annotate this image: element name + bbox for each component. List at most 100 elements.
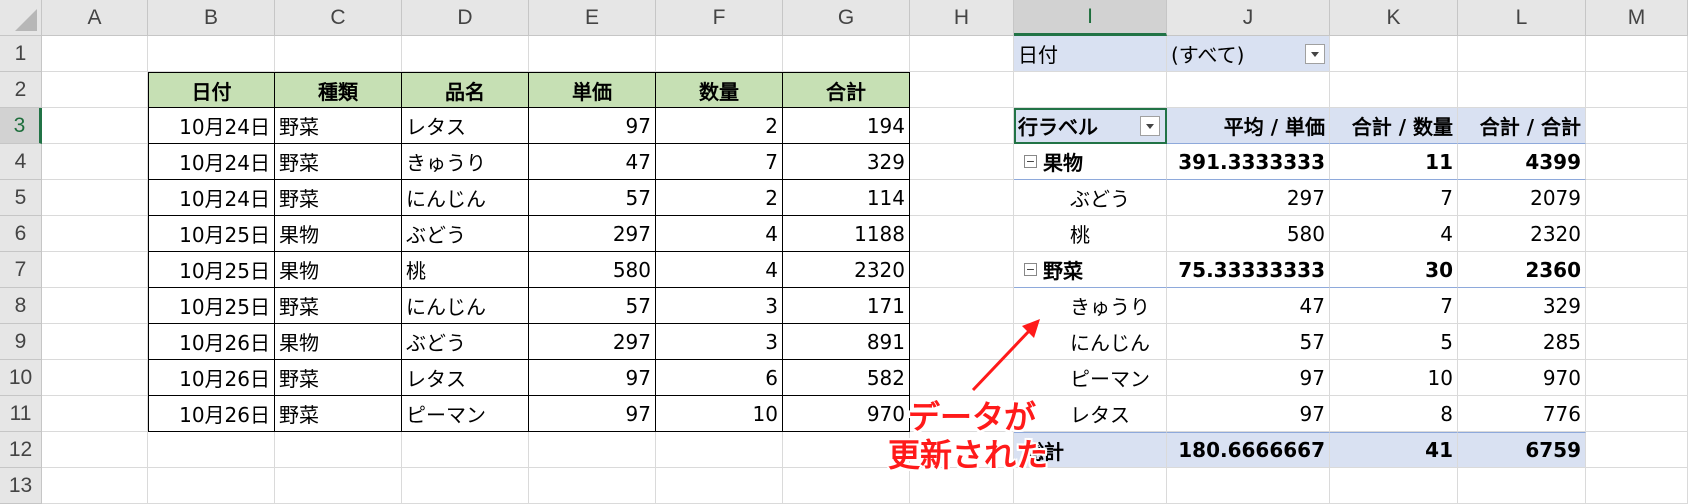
pivot-value-cell[interactable]: 4399	[1458, 144, 1586, 180]
empty-cell[interactable]	[148, 36, 275, 72]
table-data-cell[interactable]: レタス	[402, 108, 529, 144]
empty-cell[interactable]	[1458, 72, 1586, 108]
table-data-cell[interactable]: 297	[529, 216, 656, 252]
row-header-6[interactable]: 6	[0, 216, 42, 252]
table-data-cell[interactable]: 891	[783, 324, 910, 360]
table-data-cell[interactable]: ぶどう	[402, 216, 529, 252]
empty-cell[interactable]	[529, 36, 656, 72]
table-data-cell[interactable]: 野菜	[275, 288, 402, 324]
pivot-value-header[interactable]: 平均 / 単価	[1167, 108, 1330, 144]
column-header-f[interactable]: F	[656, 0, 783, 36]
table-data-cell[interactable]: 桃	[402, 252, 529, 288]
pivot-value-cell[interactable]: 10	[1330, 360, 1458, 396]
empty-cell[interactable]	[1586, 72, 1688, 108]
pivot-value-cell[interactable]: 2320	[1458, 216, 1586, 252]
empty-cell[interactable]	[148, 432, 275, 468]
empty-cell[interactable]	[42, 288, 148, 324]
table-header-cell[interactable]: 品名	[402, 72, 529, 108]
empty-cell[interactable]	[1586, 144, 1688, 180]
column-header-d[interactable]: D	[402, 0, 529, 36]
empty-cell[interactable]	[42, 36, 148, 72]
empty-cell[interactable]	[1330, 468, 1458, 504]
empty-cell[interactable]	[1586, 252, 1688, 288]
pivot-row-label-header[interactable]: 行ラベル	[1014, 108, 1167, 144]
empty-cell[interactable]	[42, 468, 148, 504]
table-data-cell[interactable]: 47	[529, 144, 656, 180]
row-header-7[interactable]: 7	[0, 252, 42, 288]
row-header-11[interactable]: 11	[0, 396, 42, 432]
table-header-cell[interactable]: 数量	[656, 72, 783, 108]
empty-cell[interactable]	[275, 432, 402, 468]
table-data-cell[interactable]: ぶどう	[402, 324, 529, 360]
select-all-corner[interactable]	[0, 0, 42, 36]
table-data-cell[interactable]: 野菜	[275, 144, 402, 180]
pivot-item-label[interactable]: にんじん	[1014, 324, 1167, 360]
table-data-cell[interactable]: 57	[529, 288, 656, 324]
empty-cell[interactable]	[42, 216, 148, 252]
table-data-cell[interactable]: 2	[656, 180, 783, 216]
empty-cell[interactable]	[402, 432, 529, 468]
table-data-cell[interactable]: 10月26日	[148, 360, 275, 396]
row-header-12[interactable]: 12	[0, 432, 42, 468]
table-data-cell[interactable]: 10	[656, 396, 783, 432]
table-data-cell[interactable]: にんじん	[402, 180, 529, 216]
table-header-cell[interactable]: 単価	[529, 72, 656, 108]
empty-cell[interactable]	[656, 468, 783, 504]
empty-cell[interactable]	[1014, 72, 1167, 108]
pivot-value-cell[interactable]: 8	[1330, 396, 1458, 432]
empty-cell[interactable]	[910, 180, 1014, 216]
pivot-value-cell[interactable]: 580	[1167, 216, 1330, 252]
empty-cell[interactable]	[1458, 36, 1586, 72]
empty-cell[interactable]	[402, 468, 529, 504]
empty-cell[interactable]	[783, 36, 910, 72]
collapse-icon[interactable]: −	[1024, 155, 1037, 168]
empty-cell[interactable]	[1586, 468, 1688, 504]
empty-cell[interactable]	[1458, 468, 1586, 504]
pivot-value-cell[interactable]: 2079	[1458, 180, 1586, 216]
empty-cell[interactable]	[42, 324, 148, 360]
column-header-c[interactable]: C	[275, 0, 402, 36]
column-header-b[interactable]: B	[148, 0, 275, 36]
empty-cell[interactable]	[148, 468, 275, 504]
pivot-total-value[interactable]: 180.6666667	[1167, 432, 1330, 468]
row-header-4[interactable]: 4	[0, 144, 42, 180]
empty-cell[interactable]	[1330, 36, 1458, 72]
pivot-value-header[interactable]: 合計 / 合計	[1458, 108, 1586, 144]
empty-cell[interactable]	[1586, 108, 1688, 144]
row-header-10[interactable]: 10	[0, 360, 42, 396]
empty-cell[interactable]	[1330, 72, 1458, 108]
table-data-cell[interactable]: 2320	[783, 252, 910, 288]
column-header-h[interactable]: H	[910, 0, 1014, 36]
table-data-cell[interactable]: 野菜	[275, 180, 402, 216]
table-data-cell[interactable]: 4	[656, 252, 783, 288]
pivot-filter-value[interactable]: (すべて)	[1167, 36, 1330, 72]
table-data-cell[interactable]: ピーマン	[402, 396, 529, 432]
pivot-value-cell[interactable]: 97	[1167, 396, 1330, 432]
pivot-filter-dropdown-icon[interactable]	[1305, 44, 1325, 64]
pivot-value-cell[interactable]: 47	[1167, 288, 1330, 324]
pivot-item-label[interactable]: 桃	[1014, 216, 1167, 252]
empty-cell[interactable]	[1167, 72, 1330, 108]
table-data-cell[interactable]: 野菜	[275, 108, 402, 144]
table-data-cell[interactable]: 97	[529, 360, 656, 396]
empty-cell[interactable]	[529, 468, 656, 504]
empty-cell[interactable]	[910, 360, 1014, 396]
empty-cell[interactable]	[1586, 288, 1688, 324]
empty-cell[interactable]	[1586, 180, 1688, 216]
empty-cell[interactable]	[529, 432, 656, 468]
table-data-cell[interactable]: 6	[656, 360, 783, 396]
table-data-cell[interactable]: 果物	[275, 324, 402, 360]
pivot-value-cell[interactable]: 7	[1330, 180, 1458, 216]
column-header-e[interactable]: E	[529, 0, 656, 36]
table-data-cell[interactable]: 297	[529, 324, 656, 360]
pivot-item-label[interactable]: きゅうり	[1014, 288, 1167, 324]
empty-cell[interactable]	[275, 36, 402, 72]
empty-cell[interactable]	[402, 36, 529, 72]
pivot-value-cell[interactable]: 30	[1330, 252, 1458, 288]
table-data-cell[interactable]: 10月25日	[148, 216, 275, 252]
pivot-value-cell[interactable]: 329	[1458, 288, 1586, 324]
pivot-value-cell[interactable]: 776	[1458, 396, 1586, 432]
table-data-cell[interactable]: 7	[656, 144, 783, 180]
pivot-value-cell[interactable]: 11	[1330, 144, 1458, 180]
row-header-8[interactable]: 8	[0, 288, 42, 324]
